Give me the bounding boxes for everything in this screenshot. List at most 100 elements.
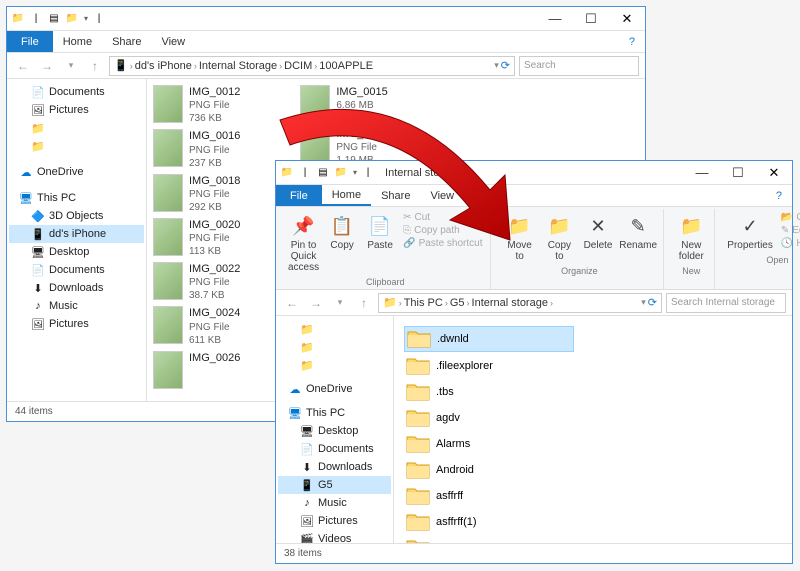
forward-button[interactable]: → bbox=[37, 56, 57, 76]
folder-item[interactable]: agdv bbox=[404, 406, 574, 430]
recent-dropdown[interactable]: ▾ bbox=[330, 293, 350, 313]
moveto-button[interactable]: 📁Move to bbox=[501, 211, 537, 264]
tree-onedrive[interactable]: ☁OneDrive bbox=[9, 163, 144, 181]
view-tab[interactable]: View bbox=[151, 31, 195, 52]
tree-pictures[interactable]: 🖼Pictures bbox=[278, 512, 391, 530]
breadcrumb-segment[interactable]: 100APPLE bbox=[319, 60, 373, 72]
delete-button[interactable]: ✕Delete bbox=[581, 211, 615, 253]
properties-icon[interactable]: ▤ bbox=[47, 12, 61, 26]
tree-downloads[interactable]: ⬇Downloads bbox=[9, 279, 144, 297]
folder-item[interactable]: Alarms bbox=[404, 432, 574, 456]
tree-documents[interactable]: 📄Documents bbox=[9, 261, 144, 279]
pin-button[interactable]: 📌Pin to Quick access bbox=[286, 211, 321, 275]
minimize-button[interactable]: — bbox=[537, 7, 573, 31]
up-button[interactable]: ↑ bbox=[85, 56, 105, 76]
share-tab[interactable]: Share bbox=[102, 31, 151, 52]
folder-item[interactable]: .fileexplorer bbox=[404, 354, 574, 378]
tree-desktop[interactable]: 🖥Desktop bbox=[9, 243, 144, 261]
tree-pictures[interactable]: 🖼Pictures bbox=[9, 315, 144, 333]
folder-item[interactable]: Android bbox=[404, 458, 574, 482]
home-tab[interactable]: Home bbox=[322, 185, 371, 206]
share-tab[interactable]: Share bbox=[371, 185, 420, 206]
breadcrumb-segment[interactable]: dd's iPhone bbox=[135, 60, 192, 72]
cut-button[interactable]: ✂Cut bbox=[401, 211, 484, 224]
breadcrumb-segment[interactable]: This PC bbox=[404, 297, 443, 309]
tree-folder[interactable]: 📁 bbox=[9, 119, 144, 137]
breadcrumb[interactable]: 📱 › dd's iPhone › Internal Storage › DCI… bbox=[109, 56, 515, 76]
tree-documents[interactable]: 📄Documents bbox=[278, 440, 391, 458]
file-item[interactable]: IMG_0020 PNG File 113 KB bbox=[153, 218, 240, 258]
folder-item[interactable]: .dwnld bbox=[404, 326, 574, 352]
folder-list[interactable]: .dwnld.fileexplorer.tbsagdvAlarmsAndroid… bbox=[394, 316, 792, 543]
file-item[interactable]: IMG_0016 PNG File 237 KB bbox=[153, 129, 240, 169]
file-item[interactable]: IMG_0015 6.86 MB bbox=[300, 85, 387, 123]
properties-icon[interactable]: ▤ bbox=[316, 166, 330, 180]
maximize-button[interactable]: ☐ bbox=[573, 7, 609, 31]
rename-button[interactable]: ✎Rename bbox=[619, 211, 657, 253]
breadcrumb-segment[interactable]: Internal storage bbox=[472, 297, 548, 309]
qat-dropdown-icon[interactable]: ▾ bbox=[353, 168, 357, 177]
folder-item[interactable]: .tbs bbox=[404, 380, 574, 404]
tree-thispc[interactable]: 🖥This PC bbox=[9, 189, 144, 207]
copy-button[interactable]: 📋Copy bbox=[325, 211, 359, 253]
forward-button[interactable]: → bbox=[306, 293, 326, 313]
refresh-icon[interactable]: ⟳ bbox=[501, 59, 510, 72]
maximize-button[interactable]: ☐ bbox=[720, 161, 756, 185]
tree-3dobjects[interactable]: 🔷3D Objects bbox=[9, 207, 144, 225]
file-tab[interactable]: File bbox=[7, 31, 53, 52]
up-button[interactable]: ↑ bbox=[354, 293, 374, 313]
copypath-button[interactable]: ⎘Copy path bbox=[401, 224, 484, 237]
tree-iphone[interactable]: 📱dd's iPhone bbox=[9, 225, 144, 243]
close-button[interactable]: ✕ bbox=[609, 7, 645, 31]
qat-dropdown-icon[interactable]: ▾ bbox=[84, 14, 88, 23]
tree-folder[interactable]: 📁 bbox=[278, 356, 391, 374]
folder-item[interactable]: asffrff bbox=[404, 484, 574, 508]
search-input[interactable]: Search Internal storage bbox=[666, 293, 786, 313]
file-tab[interactable]: File bbox=[276, 185, 322, 206]
refresh-icon[interactable]: ⟳ bbox=[648, 296, 657, 309]
tree-desktop[interactable]: 🖥Desktop bbox=[278, 422, 391, 440]
copyto-button[interactable]: 📁Copy to bbox=[542, 211, 577, 264]
file-item[interactable]: IMG_0018 PNG File 292 KB bbox=[153, 174, 240, 214]
tree-documents[interactable]: 📄Documents bbox=[9, 83, 144, 101]
tree-folder[interactable]: 📁 bbox=[278, 338, 391, 356]
help-icon[interactable]: ? bbox=[619, 31, 645, 52]
tree-onedrive[interactable]: ☁OneDrive bbox=[278, 380, 391, 398]
tree-folder[interactable]: 📁 bbox=[9, 137, 144, 155]
recent-dropdown[interactable]: ▾ bbox=[61, 56, 81, 76]
back-button[interactable]: ← bbox=[13, 56, 33, 76]
minimize-button[interactable]: — bbox=[684, 161, 720, 185]
paste-button[interactable]: 📄Paste bbox=[363, 211, 397, 253]
help-icon[interactable]: ? bbox=[766, 185, 792, 206]
back-button[interactable]: ← bbox=[282, 293, 302, 313]
tree-videos[interactable]: 🎬Videos bbox=[278, 530, 391, 543]
dropdown-icon[interactable]: ▾ bbox=[494, 60, 499, 71]
folder-item[interactable]: asffrff(1) bbox=[404, 510, 574, 534]
tree-music[interactable]: ♪Music bbox=[9, 297, 144, 315]
home-tab[interactable]: Home bbox=[53, 31, 102, 52]
tree-downloads[interactable]: ⬇Downloads bbox=[278, 458, 391, 476]
tree-folder[interactable]: 📁 bbox=[278, 320, 391, 338]
close-button[interactable]: ✕ bbox=[756, 161, 792, 185]
search-input[interactable]: Search bbox=[519, 56, 639, 76]
edit-button[interactable]: ✎Edit bbox=[779, 224, 800, 237]
file-item[interactable]: IMG_0024 PNG File 611 KB bbox=[153, 306, 240, 346]
history-button[interactable]: 🕓History bbox=[779, 237, 800, 250]
open-button[interactable]: 📂Open bbox=[779, 211, 800, 224]
pasteshortcut-button[interactable]: 🔗Paste shortcut bbox=[401, 237, 484, 250]
breadcrumb-segment[interactable]: Internal Storage bbox=[199, 60, 277, 72]
breadcrumb[interactable]: 📁 › This PC › G5 › Internal storage › ▾ … bbox=[378, 293, 662, 313]
file-item[interactable]: IMG_0012 PNG File 736 KB bbox=[153, 85, 240, 125]
folder-item[interactable]: backup bbox=[404, 536, 574, 543]
properties-button[interactable]: ✓Properties bbox=[725, 211, 775, 253]
tree-pictures[interactable]: 🖼Pictures bbox=[9, 101, 144, 119]
tree-g5[interactable]: 📱G5 bbox=[278, 476, 391, 494]
tree-music[interactable]: ♪Music bbox=[278, 494, 391, 512]
newfolder-button[interactable]: 📁New folder bbox=[674, 211, 708, 264]
view-tab[interactable]: View bbox=[420, 185, 464, 206]
breadcrumb-segment[interactable]: G5 bbox=[450, 297, 465, 309]
dropdown-icon[interactable]: ▾ bbox=[641, 297, 646, 308]
breadcrumb-segment[interactable]: DCIM bbox=[284, 60, 312, 72]
tree-thispc[interactable]: 🖥This PC bbox=[278, 404, 391, 422]
file-item[interactable]: IMG_0026 bbox=[153, 351, 240, 389]
